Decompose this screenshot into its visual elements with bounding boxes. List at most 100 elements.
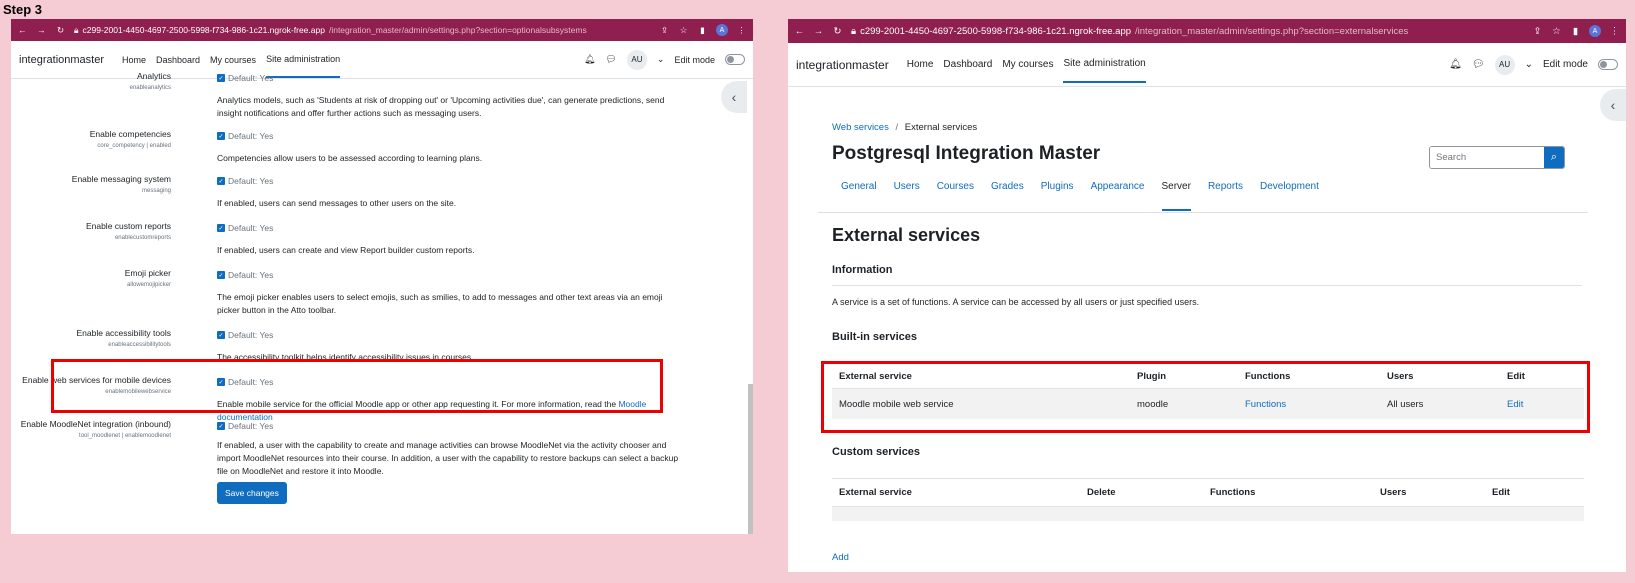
checkbox[interactable]: ✓ <box>217 132 225 140</box>
sidepanel-icon[interactable]: ▮ <box>1570 26 1581 37</box>
tab-general[interactable]: General <box>841 181 877 211</box>
lock-icon: 🔒︎ <box>851 25 857 37</box>
drawer-toggle[interactable]: ‹ <box>1600 89 1626 121</box>
url-path: /integration_master/admin/settings.php?s… <box>328 25 587 35</box>
menu-icon[interactable]: ⋮ <box>736 25 747 36</box>
default-text: Default: Yes <box>228 421 274 431</box>
address-bar[interactable]: 🔒︎ c299-2001-4450-4697-2500-5998-f734-98… <box>74 25 651 36</box>
col-functions: Functions <box>1210 487 1256 498</box>
menu-icon[interactable]: ⋮ <box>1609 26 1620 37</box>
search-input[interactable] <box>1430 147 1544 168</box>
setting-key: enableaccessibilitytools <box>108 342 171 348</box>
scrollbar[interactable] <box>748 384 753 534</box>
breadcrumb-web-services[interactable]: Web services <box>832 122 889 133</box>
edit-mode-label: Edit mode <box>1542 59 1588 70</box>
drawer-toggle[interactable]: ‹ <box>721 81 747 113</box>
nav-dashboard[interactable]: Dashboard <box>943 47 992 82</box>
checkbox[interactable]: ✓ <box>217 271 225 279</box>
checkbox[interactable]: ✓ <box>217 422 225 430</box>
tab-users[interactable]: Users <box>894 181 920 211</box>
edit-mode-toggle[interactable] <box>1598 59 1618 70</box>
checkbox[interactable]: ✓ <box>217 331 225 339</box>
tab-server[interactable]: Server <box>1161 181 1191 211</box>
site-title: Postgresql Integration Master <box>832 143 1101 164</box>
browser-toolbar: ← → ↻ 🔒︎ c299-2001-4450-4697-2500-5998-f… <box>788 19 1626 43</box>
profile-icon[interactable]: A <box>1589 25 1601 37</box>
tab-plugins[interactable]: Plugins <box>1041 181 1074 211</box>
edit-mode-toggle[interactable] <box>725 54 745 65</box>
setting-description: Analytics models, such as 'Students at r… <box>217 95 665 118</box>
forward-icon[interactable]: → <box>813 26 824 37</box>
highlight-box <box>821 361 1590 433</box>
add-link[interactable]: Add <box>832 552 849 563</box>
checkbox[interactable]: ✓ <box>217 177 225 185</box>
tab-courses[interactable]: Courses <box>937 181 974 211</box>
reload-icon[interactable]: ↻ <box>832 26 843 37</box>
breadcrumb-current: External services <box>904 122 978 133</box>
star-icon[interactable]: ☆ <box>1551 26 1562 37</box>
tab-reports[interactable]: Reports <box>1208 181 1243 211</box>
breadcrumb: Web services / External services <box>832 122 977 133</box>
bell-icon[interactable]: 🔔︎ <box>584 54 595 65</box>
sidepanel-icon[interactable]: ▮ <box>697 25 708 36</box>
nav-site-administration[interactable]: Site administration <box>266 42 341 78</box>
setting-description: Competencies allow users to be assessed … <box>217 153 483 163</box>
site-brand[interactable]: integrationmaster <box>19 54 104 66</box>
share-icon[interactable]: ⇪ <box>1532 26 1543 37</box>
col-edit: Edit <box>1492 487 1510 498</box>
chat-icon[interactable]: 💬︎ <box>605 54 616 65</box>
avatar[interactable]: AU <box>626 49 647 70</box>
address-bar[interactable]: 🔒︎ c299-2001-4450-4697-2500-5998-f734-98… <box>851 26 1524 37</box>
table-row <box>832 507 1584 521</box>
moodle-navbar: integrationmaster Home Dashboard My cour… <box>788 43 1626 87</box>
nav-my-courses[interactable]: My courses <box>1002 47 1053 82</box>
default-text: Default: Yes <box>228 270 274 280</box>
back-icon[interactable]: ← <box>17 25 28 35</box>
tab-development[interactable]: Development <box>1260 181 1319 211</box>
chat-icon[interactable]: 💬︎ <box>1472 59 1485 70</box>
information-text: A service is a set of functions. A servi… <box>832 297 1200 307</box>
builtin-services-heading: Built-in services <box>832 331 917 343</box>
checkbox[interactable]: ✓ <box>217 224 225 232</box>
divider <box>818 212 1588 213</box>
forward-icon[interactable]: → <box>36 25 47 35</box>
tab-appearance[interactable]: Appearance <box>1091 181 1145 211</box>
setting-label: Emoji picker <box>124 268 171 278</box>
share-icon[interactable]: ⇪ <box>659 25 670 36</box>
setting-label: Enable messaging system <box>71 174 171 184</box>
chevron-down-icon[interactable]: ⌄ <box>1525 59 1533 70</box>
site-brand[interactable]: integrationmaster <box>796 58 889 72</box>
setting-key: tool_moodlenet | enablemoodlenet <box>79 433 171 439</box>
reload-icon[interactable]: ↻ <box>55 25 66 36</box>
url-host: c299-2001-4450-4697-2500-5998-f734-986-1… <box>860 25 1132 37</box>
url-path: /integration_master/admin/settings.php?s… <box>1135 25 1409 37</box>
back-icon[interactable]: ← <box>794 26 805 37</box>
profile-icon[interactable]: A <box>716 24 728 36</box>
avatar[interactable]: AU <box>1494 54 1515 75</box>
nav-home[interactable]: Home <box>907 47 934 82</box>
step-label: Step 3 <box>3 2 43 17</box>
default-text: Default: Yes <box>228 176 274 186</box>
star-icon[interactable]: ☆ <box>678 25 689 36</box>
checkbox[interactable]: ✓ <box>217 74 225 82</box>
setting-label: Enable custom reports <box>85 221 171 231</box>
default-text: Default: Yes <box>228 223 274 233</box>
chevron-left-icon: ‹ <box>731 89 737 105</box>
admin-tabs: General Users Courses Grades Plugins App… <box>841 181 1336 211</box>
browser-toolbar: ← → ↻ 🔒︎ c299-2001-4450-4697-2500-5998-f… <box>11 19 753 41</box>
right-browser-window: ← → ↻ 🔒︎ c299-2001-4450-4697-2500-5998-f… <box>788 19 1626 572</box>
col-external-service: External service <box>839 487 912 498</box>
search-box: ⌕ <box>1429 146 1565 169</box>
nav-my-courses[interactable]: My courses <box>210 43 256 77</box>
default-text: Default: Yes <box>228 330 274 340</box>
save-changes-button[interactable]: Save changes <box>217 482 287 504</box>
search-icon[interactable]: ⌕ <box>1544 147 1564 168</box>
setting-key: enableanalytics <box>129 85 171 91</box>
nav-site-administration[interactable]: Site administration <box>1063 46 1146 83</box>
bell-icon[interactable]: 🔔︎ <box>1449 59 1462 70</box>
setting-description: The emoji picker enables users to select… <box>217 292 663 315</box>
tab-grades[interactable]: Grades <box>991 181 1024 211</box>
left-browser-window: ← → ↻ 🔒︎ c299-2001-4450-4697-2500-5998-f… <box>11 19 753 534</box>
chevron-down-icon[interactable]: ⌄ <box>657 54 665 65</box>
setting-label: Analytics <box>136 71 171 81</box>
